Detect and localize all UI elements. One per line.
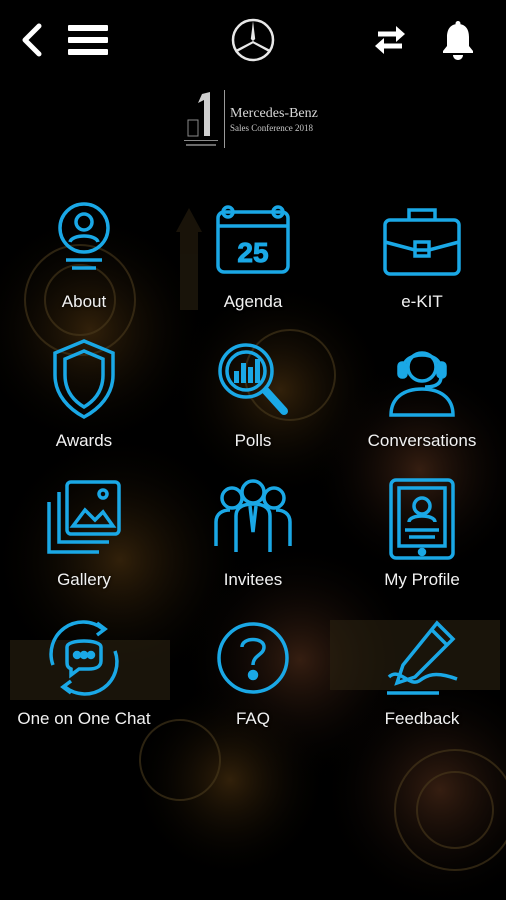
shield-icon — [53, 339, 115, 419]
menu-item-ekit[interactable]: e-KIT — [338, 198, 506, 328]
menu-item-faq[interactable]: FAQ — [169, 615, 337, 745]
question-circle-icon — [217, 622, 289, 694]
tablet-profile-icon — [389, 478, 455, 560]
menu-label: Awards — [55, 431, 113, 450]
menu-item-feedback[interactable]: Feedback — [338, 615, 506, 745]
chart-magnifier-icon — [218, 343, 288, 415]
notifications-button[interactable] — [432, 14, 484, 66]
briefcase-icon — [383, 208, 461, 276]
menu-item-gallery[interactable]: Gallery — [0, 476, 168, 606]
top-app-bar — [0, 0, 506, 80]
menu-label: e-KIT — [401, 292, 443, 311]
pen-writing-icon — [387, 620, 458, 695]
menu-item-polls[interactable]: Polls — [169, 337, 337, 467]
chat-bubble-cycle-icon — [49, 620, 119, 696]
menu-label: Polls — [234, 431, 272, 450]
sync-button[interactable] — [364, 14, 416, 66]
menu-label: Agenda — [223, 292, 283, 311]
menu-item-awards[interactable]: Awards — [0, 337, 168, 467]
menu-label: My Profile — [384, 570, 460, 589]
event-logo: Mercedes-Benz Sales Conference 2018 — [176, 86, 336, 154]
menu-label: FAQ — [235, 709, 270, 728]
number-one-emblem-icon — [184, 92, 218, 146]
menu-item-my-profile[interactable]: My Profile — [338, 476, 506, 606]
headset-agent-icon — [389, 351, 455, 417]
menu-item-one-on-one-chat[interactable]: One on One Chat — [0, 615, 168, 745]
calendar-icon: 25 — [216, 205, 290, 274]
chevron-left-icon — [22, 23, 42, 57]
mercedes-star-icon — [231, 18, 275, 62]
menu-item-invitees[interactable]: Invitees — [169, 476, 337, 606]
back-button[interactable] — [6, 14, 58, 66]
logo-divider — [224, 90, 225, 148]
menu-button[interactable] — [62, 14, 114, 66]
bell-icon — [443, 21, 473, 60]
menu-label: About — [61, 292, 107, 311]
menu-item-about[interactable]: About — [0, 198, 168, 328]
logo-title: Mercedes-Benz — [230, 106, 318, 121]
calendar-day: 25 — [237, 237, 268, 268]
menu-label: Conversations — [367, 431, 477, 450]
sync-arrows-icon — [375, 26, 405, 54]
menu-label: One on One Chat — [17, 709, 151, 728]
logo-subtitle: Sales Conference 2018 — [230, 123, 313, 133]
menu-item-conversations[interactable]: Conversations — [338, 337, 506, 467]
user-profile-icon — [58, 202, 110, 270]
menu-label: Feedback — [384, 709, 460, 728]
menu-label: Invitees — [223, 570, 283, 589]
menu-label: Gallery — [57, 570, 111, 589]
brand-logo — [227, 14, 279, 66]
hamburger-menu-icon — [68, 25, 108, 55]
menu-item-agenda[interactable]: 25 Agenda — [169, 198, 337, 328]
photo-stack-icon — [47, 480, 121, 554]
people-group-icon — [214, 479, 292, 552]
